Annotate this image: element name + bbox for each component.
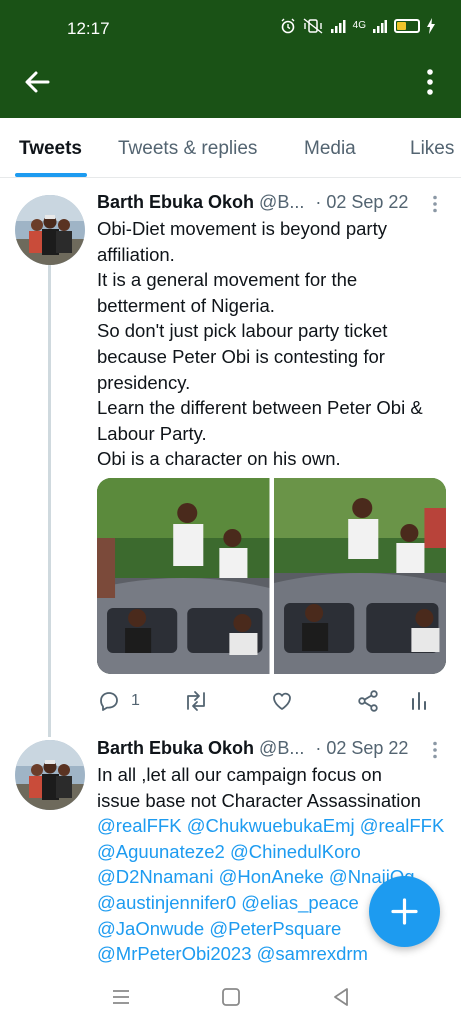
like-button[interactable]	[270, 688, 294, 714]
retweet-icon	[187, 691, 205, 711]
status-bar: 12:17 4G	[0, 0, 461, 56]
menu-icon[interactable]	[110, 986, 132, 1008]
compose-tweet-button[interactable]	[369, 876, 440, 947]
back-triangle-icon[interactable]	[330, 986, 352, 1008]
tab-tweets-replies[interactable]: Tweets & replies	[118, 138, 257, 160]
tab-media[interactable]: Media	[304, 138, 356, 160]
tweet-actions: 1	[97, 688, 437, 714]
text-line: affiliation.	[97, 243, 175, 265]
text-line: So don't just pick labour party ticket	[97, 320, 388, 342]
mention-line[interactable]: @Aguunateze2 @ChinedulKoro	[97, 839, 447, 865]
author-name[interactable]: Barth Ebuka Okoh	[97, 738, 254, 758]
avatar[interactable]	[15, 195, 85, 265]
tweet-date[interactable]: 02 Sep 22	[326, 738, 408, 758]
battery-icon	[394, 19, 420, 33]
separator-dot: ·	[315, 738, 322, 758]
mention-line[interactable]: @realFFK @ChukwuebukaEmj @realFFK	[97, 813, 447, 839]
network-type: 4G	[352, 20, 366, 31]
kebab-menu-icon[interactable]	[425, 68, 435, 96]
thread-connector-line	[48, 265, 51, 737]
tweet-photo-2[interactable]	[273, 478, 446, 674]
system-nav-bar	[0, 972, 461, 1024]
tweet-header: Barth Ebuka Okoh @B... · 02 Sep 22	[97, 192, 408, 213]
tab-likes[interactable]: Likes	[410, 138, 454, 160]
text-line: It is a general movement for the	[97, 269, 358, 291]
home-square-icon[interactable]	[220, 986, 242, 1008]
tweet-photo-1[interactable]	[97, 478, 270, 674]
separator-dot: ·	[315, 192, 322, 212]
author-handle[interactable]: @B...	[259, 192, 304, 212]
analytics-button[interactable]	[409, 688, 429, 714]
tab-tweets[interactable]: Tweets	[19, 138, 82, 160]
author-handle[interactable]: @B...	[259, 738, 304, 758]
share-button[interactable]	[356, 688, 380, 714]
app-header: 12:17 4G	[0, 0, 461, 118]
avatar[interactable]	[15, 740, 85, 810]
text-line: betterment of Nigeria.	[97, 294, 275, 316]
arrow-left-icon[interactable]	[22, 68, 52, 96]
alarm-icon	[281, 18, 295, 34]
tweet-header: Barth Ebuka Okoh @B... · 02 Sep 22	[97, 738, 408, 759]
analytics-icon	[412, 692, 426, 710]
reply-count: 1	[131, 692, 140, 709]
signal-2-icon	[373, 20, 387, 33]
reply-button[interactable]: 1	[97, 688, 140, 714]
profile-tabs: Tweets Tweets & replies Media Likes	[0, 118, 461, 178]
vibrate-off-icon	[303, 18, 323, 34]
share-icon	[358, 690, 378, 712]
tweet-text: Obi-Diet movement is beyond party affili…	[97, 216, 447, 472]
author-name[interactable]: Barth Ebuka Okoh	[97, 192, 254, 212]
tweet-media[interactable]	[97, 478, 446, 674]
text-line: Learn the different between Peter Obi &	[97, 397, 423, 419]
more-vertical-icon[interactable]	[432, 195, 438, 213]
active-tab-indicator	[15, 173, 87, 177]
heart-icon	[273, 692, 291, 710]
signal-icon	[330, 20, 346, 33]
reply-icon	[100, 692, 118, 711]
text-line: issue base not Character Assassination	[97, 789, 421, 811]
text-line: because Peter Obi is contesting for	[97, 345, 385, 367]
plus-icon	[391, 898, 418, 925]
status-time: 12:17	[67, 19, 110, 38]
more-vertical-icon[interactable]	[432, 741, 438, 759]
charging-icon	[427, 18, 435, 34]
text-line: Labour Party.	[97, 422, 207, 444]
text-line: Obi-Diet movement is beyond party	[97, 218, 387, 239]
status-icons: 4G	[280, 18, 435, 34]
retweet-button[interactable]	[183, 688, 209, 714]
text-line: In all ,let all our campaign focus on	[97, 764, 382, 785]
tweet-date[interactable]: 02 Sep 22	[326, 192, 408, 212]
text-line: Obi is a character on his own.	[97, 448, 341, 470]
text-line: presidency.	[97, 371, 191, 393]
